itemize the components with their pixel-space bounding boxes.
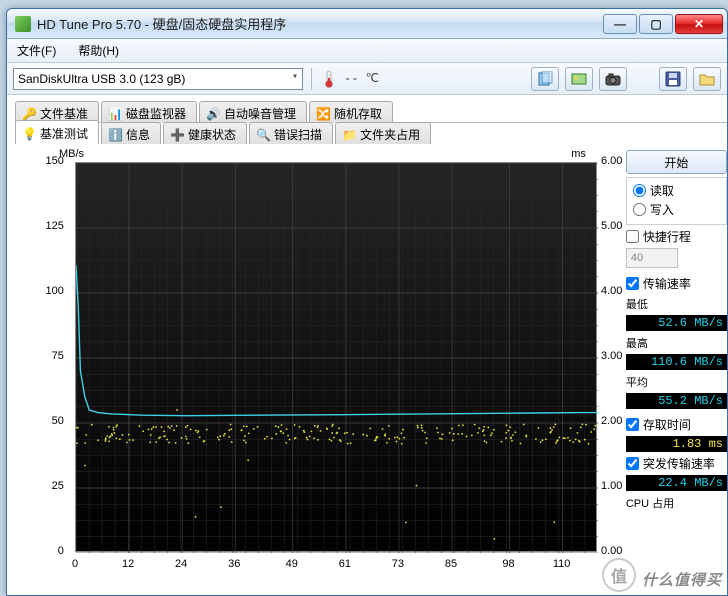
- tabs-row-1: 🔑文件基准 📊磁盘监视器 🔊自动噪音管理 🔀随机存取: [15, 101, 727, 123]
- mode-group: 读取 写入: [626, 177, 727, 225]
- window-title: HD Tune Pro 5.70 - 硬盘/固态硬盘实用程序: [37, 14, 603, 33]
- tab-folder[interactable]: 📁文件夹占用: [335, 122, 431, 144]
- radio-read[interactable]: 读取: [633, 182, 720, 199]
- avg-value: 55.2 MB/s: [626, 393, 727, 409]
- chart-pane: MB/s ms 0255075100125150 0.001.002.003.0…: [19, 148, 622, 596]
- minimize-button[interactable]: —: [603, 14, 637, 34]
- chart-icon: 📊: [108, 107, 122, 121]
- menubar: 文件(F) 帮助(H): [7, 39, 727, 63]
- avg-label: 平均: [626, 374, 727, 390]
- watermark-text: 什么值得买: [642, 569, 722, 590]
- tab-random[interactable]: 🔀随机存取: [309, 101, 393, 123]
- radio-write[interactable]: 写入: [633, 201, 720, 218]
- tab-health[interactable]: ➕健康状态: [163, 122, 247, 144]
- key-icon: 🔑: [22, 107, 36, 121]
- shortstroke-value: 40: [626, 248, 678, 268]
- y-right-label: ms: [571, 148, 586, 160]
- titlebar[interactable]: HD Tune Pro 5.70 - 硬盘/固态硬盘实用程序 — ▢ ✕: [7, 9, 727, 39]
- tab-noise[interactable]: 🔊自动噪音管理: [199, 101, 307, 123]
- check-access[interactable]: 存取时间: [626, 416, 727, 433]
- info-icon: ℹ️: [108, 128, 122, 142]
- tab-info[interactable]: ℹ️信息: [101, 122, 161, 144]
- tabs-row-2: 💡基准测试 ℹ️信息 ➕健康状态 🔍错误扫描 📁文件夹占用: [15, 122, 727, 144]
- drive-select[interactable]: SanDiskUltra USB 3.0 (123 gB): [13, 68, 303, 90]
- watermark-logo: 值: [602, 558, 636, 592]
- speaker-icon: 🔊: [206, 107, 220, 121]
- cpu-label: CPU 占用: [626, 495, 727, 511]
- app-icon: [15, 16, 31, 32]
- shuffle-icon: 🔀: [316, 107, 330, 121]
- tab-errorscan[interactable]: 🔍错误扫描: [249, 122, 333, 144]
- benchmark-plot: [75, 162, 597, 552]
- check-shortstroke[interactable]: 快捷行程: [626, 228, 727, 245]
- start-button[interactable]: 开始: [626, 150, 727, 174]
- temperature-readout: -- ℃: [344, 71, 379, 86]
- burst-value: 22.4 MB/s: [626, 475, 727, 491]
- maximize-button[interactable]: ▢: [639, 14, 673, 34]
- max-value: 110.6 MB/s: [626, 354, 727, 370]
- copy-info-button[interactable]: [531, 67, 559, 91]
- toolbar: SanDiskUltra USB 3.0 (123 gB) -- ℃: [7, 63, 727, 95]
- health-icon: ➕: [170, 128, 184, 142]
- check-burst[interactable]: 突发传输速率: [626, 455, 727, 472]
- min-value: 52.6 MB/s: [626, 315, 727, 331]
- screenshot-button[interactable]: [565, 67, 593, 91]
- open-button[interactable]: [693, 67, 721, 91]
- tab-area: 🔑文件基准 📊磁盘监视器 🔊自动噪音管理 🔀随机存取 💡基准测试 ℹ️信息 ➕健…: [7, 95, 727, 144]
- access-value: 1.83 ms: [626, 436, 727, 452]
- min-label: 最低: [626, 296, 727, 312]
- bulb-icon: 💡: [22, 127, 36, 141]
- separator: [311, 68, 312, 90]
- thermometer-icon: [320, 70, 338, 88]
- content: MB/s ms 0255075100125150 0.001.002.003.0…: [7, 144, 727, 596]
- search-icon: 🔍: [256, 128, 270, 142]
- tab-benchmark[interactable]: 💡基准测试: [15, 120, 99, 144]
- menu-file[interactable]: 文件(F): [13, 40, 60, 61]
- side-panel: 开始 读取 写入 快捷行程 40 传输速率 最低 52.6 MB/s 最高 11…: [622, 148, 727, 596]
- camera-button[interactable]: [599, 67, 627, 91]
- tab-disk-monitor[interactable]: 📊磁盘监视器: [101, 101, 197, 123]
- window-buttons: — ▢ ✕: [603, 14, 723, 34]
- check-transfer[interactable]: 传输速率: [626, 275, 727, 292]
- menu-help[interactable]: 帮助(H): [74, 40, 123, 61]
- save-button[interactable]: [659, 67, 687, 91]
- folder-icon: 📁: [342, 128, 356, 142]
- app-window: HD Tune Pro 5.70 - 硬盘/固态硬盘实用程序 — ▢ ✕ 文件(…: [6, 8, 728, 596]
- close-button[interactable]: ✕: [675, 14, 723, 34]
- max-label: 最高: [626, 335, 727, 351]
